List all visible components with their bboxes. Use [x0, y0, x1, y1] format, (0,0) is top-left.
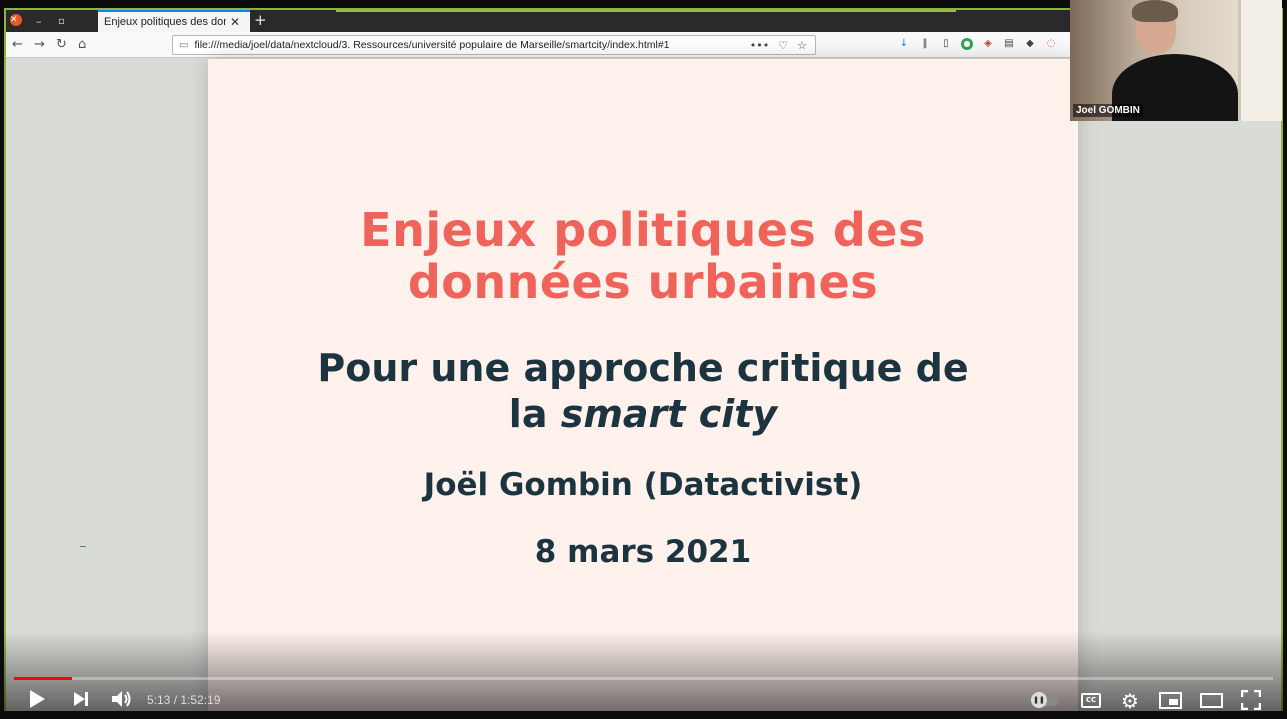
sidebar-icon[interactable]: ▯	[940, 38, 952, 50]
window-close-icon[interactable]: ✕	[10, 14, 22, 26]
webcam-person-hair	[1132, 0, 1178, 22]
extension-green-icon[interactable]: ●	[961, 38, 973, 50]
miniplayer-icon[interactable]	[1159, 692, 1182, 709]
reload-icon[interactable]: ↻	[56, 37, 67, 52]
webcam-window-background	[1238, 0, 1282, 121]
subtitles-button[interactable]: CC	[1081, 693, 1101, 708]
extension-shield-icon[interactable]: ◆	[1024, 38, 1036, 50]
page-info-icon[interactable]: ▭	[179, 40, 188, 51]
presentation-slide: Enjeux politiques des données urbaines P…	[208, 59, 1078, 711]
downloads-icon[interactable]: ↓	[898, 38, 910, 50]
slide-subtitle-line-1: Pour une approche critique de	[317, 346, 969, 390]
back-arrow-icon[interactable]: ←	[12, 37, 23, 52]
slide-title: Enjeux politiques des données urbaines	[208, 204, 1078, 308]
slide-subtitle-line-2: la smart city	[208, 391, 1078, 437]
tab-close-icon[interactable]: ✕	[230, 15, 240, 29]
slide-date: 8 mars 2021	[534, 534, 752, 570]
progress-bar[interactable]	[14, 677, 1273, 680]
slide-author: Joël Gombin (Datactivist)	[423, 467, 863, 503]
browser-tab[interactable]: Enjeux politiques des donn ✕	[98, 10, 250, 32]
pause-icon: ❚❚	[1031, 692, 1047, 708]
webcam-overlay: Joel GOMBIN	[1070, 0, 1282, 121]
page-actions-icon[interactable]: •••	[750, 39, 769, 52]
extension-red-icon[interactable]: ◈	[982, 38, 994, 50]
forward-arrow-icon[interactable]: →	[34, 37, 45, 52]
extension-page-icon[interactable]: ▤	[1003, 38, 1015, 50]
home-icon[interactable]: ⌂	[78, 37, 86, 52]
new-tab-button[interactable]: +	[254, 11, 267, 29]
video-player[interactable]: ✕ – ▫ Enjeux politiques des donn ✕ + ← →…	[0, 0, 1287, 719]
tab-title: Enjeux politiques des donn	[104, 16, 226, 28]
next-icon[interactable]	[73, 691, 89, 707]
url-bar[interactable]: ▭ file:///media/joel/data/nextcloud/3. R…	[172, 35, 816, 55]
pocket-icon[interactable]: ♡	[778, 39, 788, 52]
gear-icon[interactable]: ⚙	[1121, 689, 1139, 713]
progress-bar-played	[14, 677, 73, 680]
webcam-name-label: Joel GOMBIN	[1073, 104, 1143, 117]
cursor-artifact	[80, 546, 86, 547]
extension-color-icon[interactable]: ◌	[1045, 38, 1057, 50]
play-icon[interactable]	[30, 690, 45, 708]
slide-title-line-2: données urbaines	[407, 255, 879, 309]
library-icon[interactable]: ‖	[919, 38, 931, 50]
fullscreen-icon[interactable]	[1241, 690, 1261, 710]
slide-subtitle-emphasis: smart city	[560, 392, 778, 436]
theater-mode-icon[interactable]	[1200, 693, 1223, 708]
slide-subtitle: Pour une approche critique de la smart c…	[208, 345, 1078, 437]
bookmark-star-icon[interactable]: ☆	[797, 39, 807, 52]
slide-subtitle-prefix: la	[508, 392, 561, 436]
miniplayer-inner	[1169, 699, 1178, 705]
autoplay-toggle[interactable]: ❚❚	[1031, 692, 1059, 708]
window-minimize-icon[interactable]: –	[36, 14, 42, 28]
volume-icon[interactable]	[110, 688, 132, 710]
slide-title-line-1: Enjeux politiques des	[360, 203, 926, 257]
toolbar-icons: ↓ ‖ ▯ ● ◈ ▤ ◆ ◌	[898, 38, 1057, 50]
url-text[interactable]: file:///media/joel/data/nextcloud/3. Res…	[194, 39, 749, 51]
time-display: 5:13 / 1:52:19	[147, 693, 221, 707]
tab-bar-accent-line	[336, 10, 956, 12]
window-restore-icon[interactable]: ▫	[58, 14, 65, 28]
